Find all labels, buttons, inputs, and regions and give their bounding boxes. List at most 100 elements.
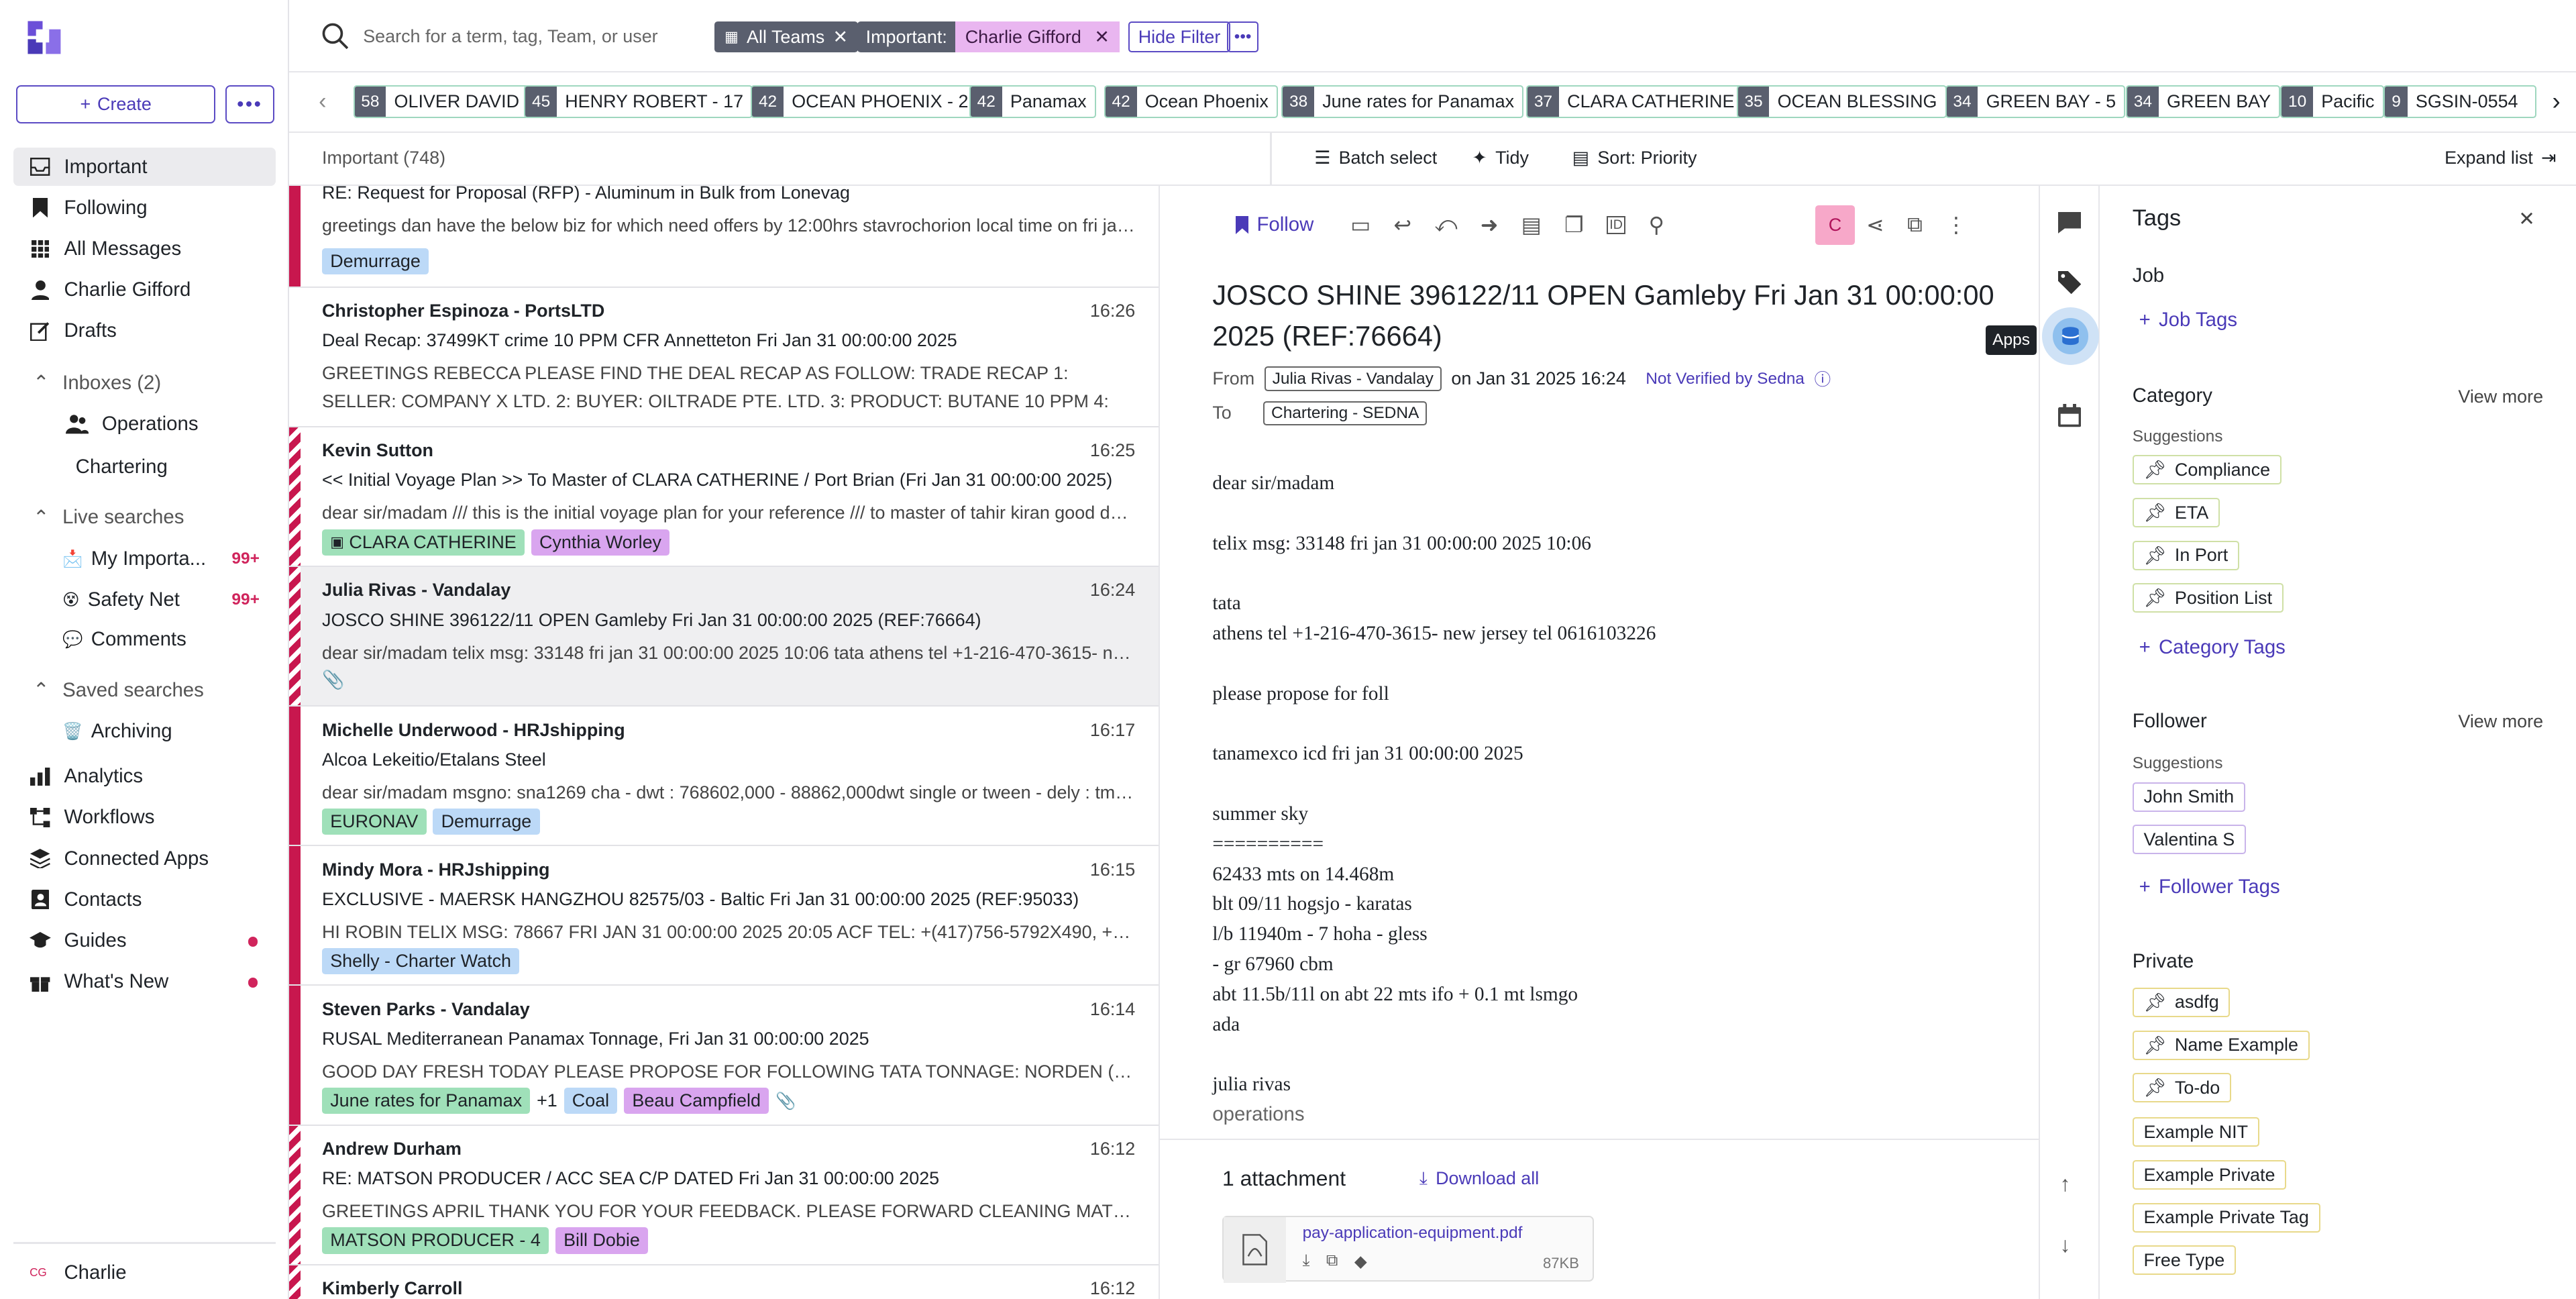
- message-tag[interactable]: Demurrage: [321, 248, 429, 274]
- message-tag[interactable]: Bill Dobie: [555, 1227, 649, 1254]
- nav-important[interactable]: Important: [13, 148, 276, 186]
- reply-icon[interactable]: ↩: [1393, 212, 1411, 238]
- nav-analytics[interactable]: Analytics: [13, 758, 276, 795]
- more-tags-count[interactable]: +1: [537, 1090, 557, 1111]
- nav-all-messages[interactable]: All Messages: [13, 230, 276, 268]
- message-tag[interactable]: Coal: [564, 1088, 618, 1114]
- message-row[interactable]: Mindy Mora - HRJshipping 16:15 EXCLUSIVE…: [289, 846, 1159, 986]
- batch-select-button[interactable]: ☰ Batch select: [1314, 148, 1437, 168]
- view-more-link[interactable]: View more: [2458, 386, 2543, 407]
- suggested-tag[interactable]: 📌︎ Compliance: [2132, 455, 2282, 485]
- recipient-chip[interactable]: Chartering - SEDNA: [1263, 401, 1428, 426]
- private-tag[interactable]: Example Private Tag: [2132, 1202, 2320, 1233]
- nav-guides[interactable]: Guides: [13, 922, 276, 959]
- forward-icon[interactable]: ➜: [1481, 212, 1499, 238]
- archive-icon[interactable]: ▭: [1350, 212, 1371, 238]
- follow-button[interactable]: Follow: [1235, 205, 1313, 245]
- copy-icon[interactable]: ❐: [1564, 212, 1584, 238]
- message-row[interactable]: Steven Parks - Vandalay 16:14 RUSAL Medi…: [289, 986, 1159, 1126]
- nav-workflows[interactable]: Workflows: [13, 798, 276, 836]
- share-icon[interactable]: ⋖: [1866, 212, 1884, 238]
- info-icon[interactable]: ⓘ: [1815, 367, 1831, 391]
- attachment-card[interactable]: pay-application-equipment.pdf ⤓ ⧉ ◆ 87KB: [1222, 1215, 1594, 1283]
- search-icon[interactable]: [322, 23, 349, 50]
- message-tag[interactable]: Beau Campfield: [624, 1088, 769, 1114]
- add-category-tags-button[interactable]: + Category Tags: [2139, 636, 2286, 659]
- inbox-chartering[interactable]: Chartering: [76, 449, 168, 485]
- suggested-follower[interactable]: John Smith: [2132, 782, 2245, 812]
- hide-filter-button[interactable]: Hide Filter: [1128, 21, 1230, 53]
- nav-drafts[interactable]: Drafts: [13, 312, 276, 350]
- tag-strip-item[interactable]: 38 June rates for Panamax: [1281, 85, 1524, 119]
- private-tag[interactable]: 📌︎ asdfg: [2132, 987, 2231, 1017]
- private-tag[interactable]: Example Private: [2132, 1159, 2287, 1190]
- message-tag[interactable]: Cynthia Worley: [531, 529, 670, 556]
- message-row-selected[interactable]: Julia Rivas - Vandalay 16:24 JOSCO SHINE…: [289, 566, 1159, 707]
- close-icon[interactable]: ✕: [1094, 27, 1110, 48]
- suggested-follower[interactable]: Valentina S: [2132, 825, 2246, 855]
- live-searches-toggle[interactable]: ⌃ Live searches: [33, 501, 184, 534]
- verification-status[interactable]: Not Verified by Sedna: [1646, 370, 1805, 388]
- inbox-operations[interactable]: Operations: [65, 406, 199, 442]
- open-external-icon[interactable]: ⧉: [1907, 212, 1923, 238]
- arrow-up-icon[interactable]: ↑: [2060, 1172, 2071, 1196]
- chevron-left-icon[interactable]: ‹: [319, 89, 326, 115]
- message-tag[interactable]: June rates for Panamax: [321, 1088, 531, 1114]
- nav-following[interactable]: Following: [13, 189, 276, 227]
- tag-strip-item[interactable]: 9 SGSIN-0554: [2383, 85, 2537, 119]
- tag-strip-item[interactable]: 10 Pacific: [2280, 85, 2384, 119]
- tag-strip-item[interactable]: 42 Panamax: [969, 85, 1096, 119]
- tag-strip-item[interactable]: 37 CLARA CATHERINE: [1526, 85, 1744, 119]
- message-tag[interactable]: Demurrage: [433, 808, 540, 835]
- tag-strip-item[interactable]: 42 Ocean Phoenix: [1104, 85, 1279, 119]
- nav-connected-apps[interactable]: Connected Apps: [13, 839, 276, 877]
- create-button[interactable]: + Create: [16, 85, 215, 123]
- view-more-link[interactable]: View more: [2458, 711, 2543, 732]
- add-follower-tags-button[interactable]: + Follower Tags: [2139, 876, 2280, 898]
- user-menu[interactable]: CG Charlie: [13, 1254, 276, 1292]
- message-tag[interactable]: EURONAV: [321, 808, 427, 835]
- tag-strip-item[interactable]: 42 OCEAN PHOENIX - 2: [751, 85, 978, 119]
- reply-all-icon[interactable]: ⤺: [1434, 212, 1457, 238]
- suggested-tag[interactable]: 📌︎ Position List: [2132, 583, 2284, 613]
- split-icon[interactable]: ▤: [1521, 212, 1542, 238]
- chevron-right-icon[interactable]: ›: [2540, 87, 2573, 115]
- tag-strip-item[interactable]: 35 OCEAN BLESSING: [1736, 85, 1947, 119]
- app-logo-icon[interactable]: [26, 19, 62, 56]
- filter-chip-important[interactable]: Important: Charlie Gifford ✕: [857, 21, 1120, 53]
- live-search-safety-net[interactable]: 😵 Safety Net 99+: [62, 582, 260, 618]
- tidy-button[interactable]: ✦ Tidy: [1472, 148, 1529, 168]
- nav-charlie-gifford[interactable]: Charlie Gifford: [13, 271, 276, 309]
- message-row[interactable]: Christopher Espinoza - PortsLTD 16:26 De…: [289, 287, 1159, 427]
- tag-icon[interactable]: [2058, 271, 2082, 295]
- tag-strip-item[interactable]: 45 HENRY ROBERT - 17: [524, 85, 753, 119]
- suggested-tag[interactable]: 📌︎ ETA: [2132, 498, 2220, 528]
- filter-more-button[interactable]: •••: [1227, 21, 1258, 53]
- add-job-tags-button[interactable]: + Job Tags: [2139, 309, 2237, 331]
- message-tag[interactable]: ▣ CLARA CATHERINE: [321, 529, 525, 556]
- saved-searches-toggle[interactable]: ⌃ Saved searches: [33, 674, 204, 707]
- tag-strip-item[interactable]: 34 GREEN BAY - 5: [1945, 85, 2126, 119]
- close-icon[interactable]: ✕: [833, 27, 849, 48]
- attachment-name[interactable]: pay-application-equipment.pdf: [1303, 1224, 1523, 1243]
- apps-button[interactable]: [2041, 307, 2100, 365]
- message-row[interactable]: RE: Request for Proposal (RFP) - Aluminu…: [289, 185, 1159, 288]
- message-row[interactable]: Kevin Sutton 16:25 << Initial Voyage Pla…: [289, 427, 1159, 567]
- private-tag[interactable]: Example NIT: [2132, 1117, 2259, 1147]
- private-tag[interactable]: 📌︎ To-do: [2132, 1073, 2231, 1103]
- comment-icon[interactable]: [2058, 211, 2082, 233]
- filter-chip-all-teams[interactable]: ▦ All Teams ✕: [714, 21, 858, 53]
- message-tag[interactable]: Shelly - Charter Watch: [321, 948, 520, 975]
- close-icon[interactable]: ✕: [2518, 207, 2535, 231]
- message-row[interactable]: Michelle Underwood - HRJshipping 16:17 A…: [289, 707, 1159, 847]
- tag-strip-item[interactable]: 34 GREEN BAY: [2125, 85, 2281, 119]
- message-tag[interactable]: MATSON PRODUCER - 4: [321, 1227, 549, 1254]
- id-icon[interactable]: ID: [1606, 215, 1626, 234]
- tag-icon[interactable]: ◆: [1354, 1251, 1367, 1271]
- search-icon[interactable]: ⚲: [1649, 212, 1664, 238]
- saved-search-archiving[interactable]: 🗑️ Archiving: [62, 713, 172, 749]
- inboxes-section-toggle[interactable]: ⌃ Inboxes (2): [33, 366, 161, 399]
- open-external-icon[interactable]: ⧉: [1326, 1251, 1338, 1271]
- sender-chip[interactable]: Julia Rivas - Vandalay: [1264, 366, 1442, 391]
- more-options-button[interactable]: •••: [225, 85, 274, 123]
